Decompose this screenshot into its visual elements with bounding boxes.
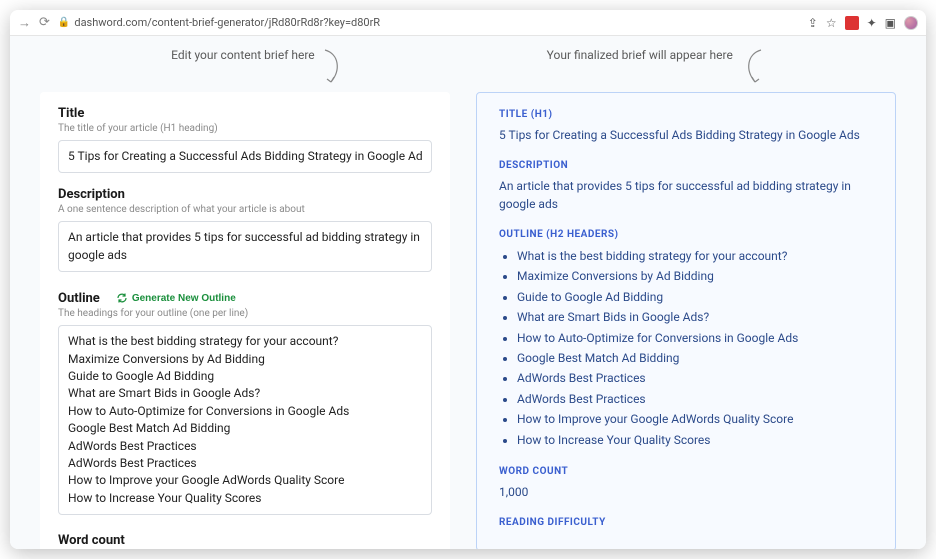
outline-sublabel: The headings for your outline (one per l… [58, 308, 432, 319]
title-input[interactable] [58, 140, 432, 173]
preview-hint: Your finalized brief will appear here [547, 48, 765, 88]
preview-description-label: DESCRIPTION [499, 160, 873, 171]
preview-wordcount-label: WORD COUNT [499, 466, 873, 477]
star-icon[interactable]: ☆ [826, 16, 837, 30]
lock-icon: 🔒 [58, 17, 70, 28]
address-bar[interactable]: dashword.com/content-brief-generator/jRd… [74, 16, 807, 29]
preview-outline-item: How to Increase Your Quality Scores [517, 430, 873, 450]
preview-outline-item: How to Auto-Optimize for Conversions in … [517, 328, 873, 348]
preview-wordcount-text: 1,000 [499, 483, 873, 501]
editor-panel: Title The title of your article (H1 head… [40, 92, 450, 549]
preview-outline-item: How to Improve your Google AdWords Quali… [517, 409, 873, 429]
preview-outline-item: What is the best bidding strategy for yo… [517, 246, 873, 266]
edit-hint: Edit your content brief here [171, 48, 346, 88]
arrow-curved-down-icon [321, 48, 347, 88]
description-label: Description [58, 187, 432, 202]
generate-outline-button[interactable]: Generate New Outline [110, 290, 242, 306]
preview-title-label: TITLE (H1) [499, 109, 873, 120]
preview-outline-item: Guide to Google Ad Bidding [517, 287, 873, 307]
outline-input[interactable] [58, 325, 432, 515]
description-input[interactable] [58, 221, 432, 272]
outline-label: Outline [58, 291, 100, 306]
puzzle-icon[interactable]: ✦ [867, 16, 877, 30]
description-sublabel: A one sentence description of what your … [58, 204, 432, 215]
extension-icon[interactable] [845, 16, 859, 30]
forward-icon[interactable]: → [18, 15, 31, 31]
reload-icon[interactable]: ⟳ [39, 15, 50, 30]
preview-reading-label: READING DIFFICULTY [499, 517, 873, 528]
preview-outline-item: Google Best Match Ad Bidding [517, 348, 873, 368]
preview-outline-item: What are Smart Bids in Google Ads? [517, 307, 873, 327]
browser-toolbar: → ⟳ 🔒 dashword.com/content-brief-generat… [10, 10, 926, 36]
preview-outline-list: What is the best bidding strategy for yo… [499, 246, 873, 450]
preview-outline-item: AdWords Best Practices [517, 389, 873, 409]
preview-panel: TITLE (H1) 5 Tips for Creating a Success… [476, 92, 896, 549]
preview-outline-label: OUTLINE (H2 HEADERS) [499, 229, 873, 240]
preview-outline-item: Maximize Conversions by Ad Bidding [517, 266, 873, 286]
share-icon[interactable]: ⇪ [808, 16, 818, 30]
preview-title-text: 5 Tips for Creating a Successful Ads Bid… [499, 126, 873, 144]
title-label: Title [58, 106, 432, 121]
refresh-icon [116, 292, 128, 304]
profile-avatar[interactable] [904, 16, 918, 30]
preview-description-text: An article that provides 5 tips for succ… [499, 177, 873, 213]
preview-outline-item: AdWords Best Practices [517, 368, 873, 388]
window-icon[interactable]: ▣ [885, 16, 896, 30]
title-sublabel: The title of your article (H1 heading) [58, 123, 432, 134]
browser-right-icons: ⇪ ☆ ✦ ▣ [808, 16, 918, 30]
arrow-curved-down-icon [739, 48, 765, 88]
wordcount-label: Word count [58, 533, 432, 548]
